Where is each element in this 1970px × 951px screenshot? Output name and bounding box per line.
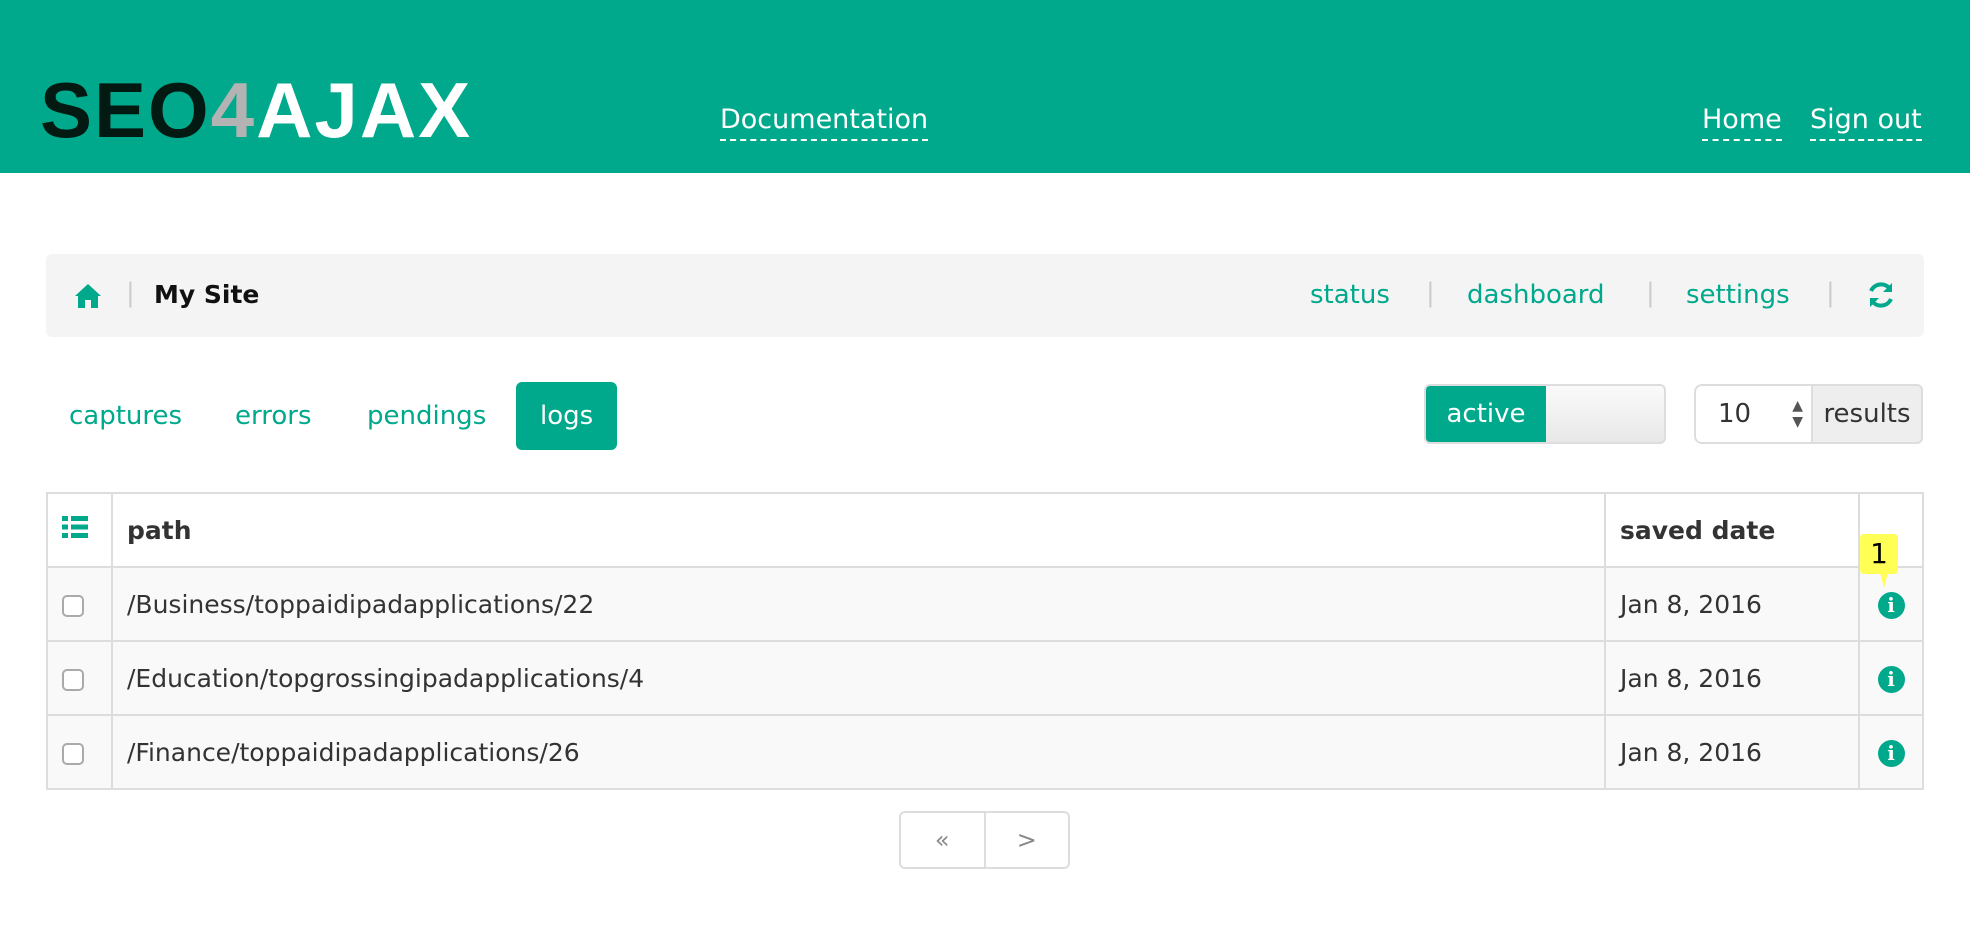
info-icon[interactable]: i: [1877, 592, 1905, 619]
results-label: results: [1811, 384, 1923, 444]
path-header[interactable]: path: [111, 492, 1606, 568]
path-cell: /Business/toppaidipadapplications/22: [111, 566, 1606, 642]
logs-table: path saved date /Business/toppaidipadapp…: [46, 492, 1924, 790]
date-cell: Jan 8, 2016: [1604, 714, 1860, 790]
info-icon[interactable]: i: [1877, 740, 1905, 767]
annotation-badge: 1: [1860, 534, 1898, 588]
top-header: SEO4AJAX Documentation Home Sign out: [0, 0, 1970, 173]
home-link[interactable]: Home: [1702, 104, 1782, 141]
table-row: /Education/topgrossingipadapplications/4…: [46, 640, 1924, 716]
row-checkbox[interactable]: [62, 594, 84, 617]
divider: |: [1826, 278, 1835, 308]
status-link[interactable]: status: [1310, 280, 1390, 310]
sign-out-link[interactable]: Sign out: [1810, 104, 1922, 141]
active-toggle[interactable]: active: [1424, 384, 1666, 444]
prev-page-button[interactable]: «: [901, 813, 986, 867]
table-row: /Finance/toppaidipadapplications/26 Jan 8…: [46, 714, 1924, 790]
settings-link[interactable]: settings: [1686, 280, 1790, 310]
path-cell: /Finance/toppaidipadapplications/26: [111, 714, 1606, 790]
refresh-icon[interactable]: [1866, 280, 1896, 310]
date-cell: Jan 8, 2016: [1604, 640, 1860, 716]
next-page-button[interactable]: >: [986, 813, 1069, 867]
tab-pendings[interactable]: pendings: [343, 382, 510, 450]
divider: |: [126, 278, 135, 308]
dashboard-link[interactable]: dashboard: [1467, 280, 1605, 310]
select-all-header[interactable]: [46, 492, 113, 568]
pagination: « >: [899, 811, 1070, 869]
breadcrumb: | My Site status | dashboard | settings …: [46, 254, 1924, 337]
saved-date-header[interactable]: saved date: [1604, 492, 1860, 568]
site-name: My Site: [154, 280, 260, 309]
path-cell: /Education/topgrossingipadapplications/4: [111, 640, 1606, 716]
documentation-link[interactable]: Documentation: [720, 104, 929, 141]
row-checkbox[interactable]: [62, 668, 84, 691]
date-cell: Jan 8, 2016: [1604, 566, 1860, 642]
divider: |: [1646, 278, 1655, 308]
spinner-arrows-icon: ▲ ▼: [1792, 398, 1803, 430]
seo4ajax-logo[interactable]: SEO4AJAX: [40, 71, 472, 149]
home-icon[interactable]: [74, 282, 102, 310]
tab-captures[interactable]: captures: [45, 382, 206, 450]
table-row: /Business/toppaidipadapplications/22 Jan …: [46, 566, 1924, 642]
tab-errors[interactable]: errors: [211, 382, 336, 450]
list-icon[interactable]: [62, 515, 88, 539]
info-icon[interactable]: i: [1877, 666, 1905, 693]
row-checkbox[interactable]: [62, 742, 84, 765]
tab-logs[interactable]: logs: [516, 382, 618, 450]
divider: |: [1426, 278, 1435, 308]
page-size-select[interactable]: 10 ▲ ▼: [1694, 384, 1813, 444]
toggle-label: active: [1426, 386, 1546, 442]
